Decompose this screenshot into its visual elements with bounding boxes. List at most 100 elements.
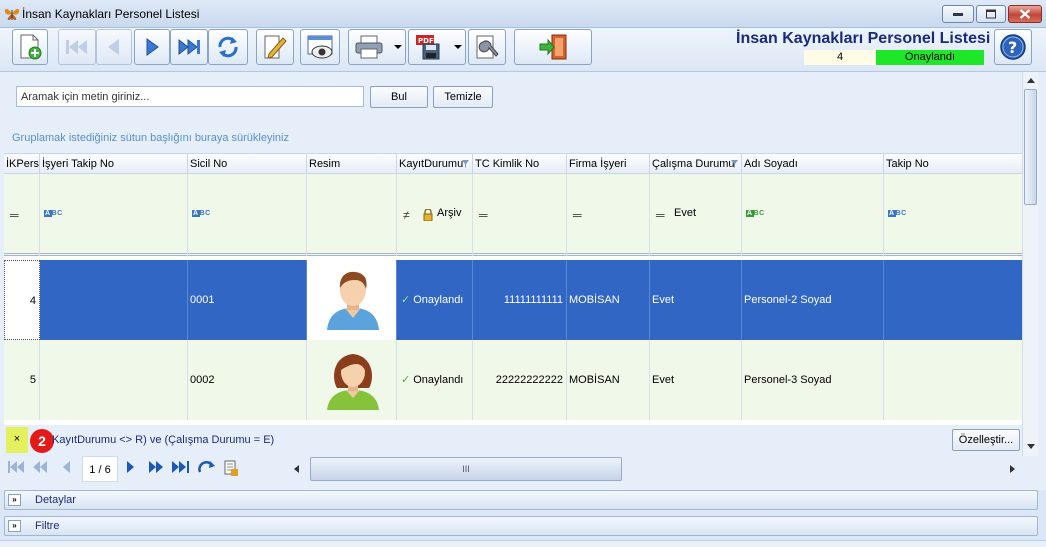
find-button[interactable]: Bul <box>370 86 428 108</box>
print-button[interactable] <box>348 29 406 65</box>
cell-tc-kimlik-no[interactable]: 22222222222 <box>473 340 567 420</box>
filter-cell-sicil-no[interactable]: ABC <box>188 174 307 256</box>
filter-cell-kayit-durumu[interactable]: ≠ Arşiv <box>397 174 473 256</box>
toolbar: PDF İnsan Kaynakları Personel Listesi 4 … <box>0 28 1046 72</box>
vertical-scroll-thumb[interactable] <box>1024 89 1037 205</box>
cell-calisma-durumu[interactable]: Evet <box>650 340 742 420</box>
column-header-tc-kimlik-no[interactable]: TC Kimlik No <box>473 154 567 174</box>
filter-cell-tc-kimlik-no[interactable]: ═ <box>473 174 567 256</box>
column-header-takip-no[interactable]: Takip No <box>884 154 1022 174</box>
cell-kayit-durumu[interactable]: ✓ Onaylandı <box>397 340 473 420</box>
filter-cell-firma-isyeri[interactable]: ═ <box>567 174 650 256</box>
column-header-adi-soyadi[interactable]: Adı Soyadı <box>742 154 884 174</box>
column-filter-icon[interactable] <box>731 160 738 168</box>
column-header-isyeri-takip-no[interactable]: İşyeri Takip No <box>40 154 188 174</box>
scroll-up-arrow[interactable] <box>1027 78 1035 83</box>
cell-resim[interactable] <box>307 340 397 420</box>
horizontal-scrollbar[interactable]: III <box>290 457 1022 481</box>
table-row[interactable]: 4 0001 ✓ Onaylandı 11111111111 MOBİSAN Ev… <box>4 260 1022 340</box>
filter-panel[interactable]: » Filtre <box>4 516 1038 536</box>
column-header-resim[interactable]: Resim <box>307 154 397 174</box>
nav-previous-icon[interactable] <box>62 460 72 474</box>
maximize-button[interactable] <box>976 5 1006 23</box>
clear-button[interactable]: Temizle <box>433 86 493 108</box>
nav-last-icon[interactable] <box>172 460 190 474</box>
cell-adi-soyadi[interactable]: Personel-2 Soyad <box>742 260 884 340</box>
refresh-button[interactable] <box>208 29 248 65</box>
filter-value-calisma-durumu: Evet <box>674 207 697 219</box>
cell-firma-isyeri[interactable]: MOBİSAN <box>567 340 650 420</box>
cell-firma-isyeri[interactable]: MOBİSAN <box>567 260 650 340</box>
cell-takip-no[interactable] <box>884 340 1022 420</box>
column-header-kayit-durumu[interactable]: KayıtDurumu <box>397 154 473 174</box>
vertical-scrollbar[interactable] <box>1022 72 1038 456</box>
filter-cell-calisma-durumu[interactable]: ═ Evet <box>650 174 742 256</box>
filter-cell-adi-soyadi[interactable]: ABC <box>742 174 884 256</box>
customize-filter-button[interactable]: Özelleştir... <box>952 429 1020 451</box>
print-dropdown-arrow[interactable] <box>394 45 402 49</box>
cell-kayit-durumu[interactable]: ✓ Onaylandı <box>397 260 473 340</box>
edit-button[interactable] <box>256 29 294 65</box>
nav-next-icon[interactable] <box>126 460 136 474</box>
pdf-save-icon: PDF <box>416 35 440 60</box>
search-input[interactable] <box>16 86 364 107</box>
previous-record-button[interactable] <box>96 29 132 65</box>
column-header-firma-isyeri[interactable]: Firma İşyeri <box>567 154 650 174</box>
equals-operator-icon[interactable]: ═ <box>573 208 582 222</box>
tools-button[interactable] <box>468 29 506 65</box>
equals-operator-icon[interactable]: ═ <box>656 208 665 222</box>
lock-icon <box>423 209 433 221</box>
cell-ikpers[interactable]: 4 <box>4 260 40 340</box>
text-filter-abc-icon: ABC <box>888 210 907 217</box>
nav-export-icon[interactable] <box>224 460 238 476</box>
cell-isyeri-takip-no[interactable] <box>40 260 188 340</box>
cell-sicil-no[interactable]: 0001 <box>188 260 307 340</box>
close-button[interactable] <box>1008 5 1042 23</box>
exit-button[interactable] <box>514 29 592 65</box>
scroll-down-arrow[interactable] <box>1027 444 1035 449</box>
export-pdf-button[interactable]: PDF <box>408 29 466 65</box>
printer-icon <box>355 35 383 59</box>
column-header-sicil-no[interactable]: Sicil No <box>188 154 307 174</box>
scroll-right-arrow[interactable] <box>1010 465 1015 473</box>
column-header-ikpers[interactable]: İKPers <box>4 154 40 174</box>
cell-isyeri-takip-no[interactable] <box>40 340 188 420</box>
column-header-calisma-durumu[interactable]: Çalışma Durumu <box>650 154 742 174</box>
cell-sicil-no[interactable]: 0002 <box>188 340 307 420</box>
filter-cell-ikpers[interactable]: ═ <box>4 174 40 256</box>
details-panel[interactable]: » Detaylar <box>4 490 1038 510</box>
filter-cell-isyeri-takip-no[interactable]: ABC <box>40 174 188 256</box>
nav-refresh-icon[interactable] <box>198 460 216 476</box>
next-record-button[interactable] <box>134 29 170 65</box>
cell-adi-soyadi[interactable]: Personel-3 Soyad <box>742 340 884 420</box>
view-button[interactable] <box>300 29 340 65</box>
first-record-button[interactable] <box>58 29 96 65</box>
minimize-button[interactable] <box>942 5 974 23</box>
nav-next-page-icon[interactable] <box>148 460 164 474</box>
new-record-button[interactable] <box>12 29 48 65</box>
filter-cell-takip-no[interactable]: ABC <box>884 174 1022 256</box>
table-row[interactable]: 5 0002 ✓ Onaylandı 22222222222 MOBİSAN Ev… <box>4 340 1022 420</box>
horizontal-scroll-thumb[interactable]: III <box>310 457 622 481</box>
expand-chevron-icon[interactable]: » <box>8 520 21 532</box>
filter-expression[interactable]: KayıtDurumu <> R) ve (Çalışma Durumu = E… <box>52 434 274 446</box>
last-record-button[interactable] <box>170 29 208 65</box>
cell-resim[interactable] <box>307 260 397 340</box>
nav-first-icon[interactable] <box>8 460 24 474</box>
scroll-left-arrow[interactable] <box>294 465 299 473</box>
nav-previous-page-icon[interactable] <box>32 460 48 474</box>
cell-tc-kimlik-no[interactable]: 11111111111 <box>473 260 567 340</box>
cell-ikpers[interactable]: 5 <box>4 340 40 420</box>
equals-operator-icon[interactable]: ═ <box>479 208 488 222</box>
cell-calisma-durumu[interactable]: Evet <box>650 260 742 340</box>
column-filter-icon[interactable] <box>462 160 469 168</box>
cell-takip-no[interactable] <box>884 260 1022 340</box>
not-equals-operator-icon[interactable]: ≠ <box>403 208 410 222</box>
help-button[interactable]: ? <box>994 29 1032 65</box>
clear-filter-button[interactable]: × <box>6 427 28 453</box>
export-dropdown-arrow[interactable] <box>454 45 462 49</box>
filter-cell-resim[interactable] <box>307 174 397 256</box>
equals-operator-icon[interactable]: ═ <box>10 208 19 222</box>
expand-chevron-icon[interactable]: » <box>8 494 21 506</box>
group-panel-hint[interactable]: Gruplamak istediğiniz sütun başlığını bu… <box>12 132 289 144</box>
